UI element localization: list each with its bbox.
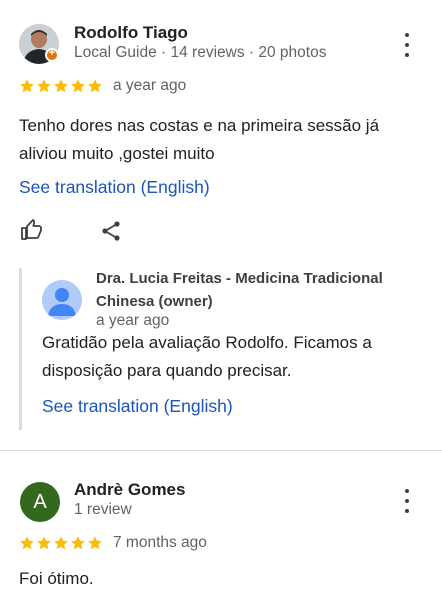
star-icon xyxy=(71,79,85,93)
see-translation-link[interactable]: See translation (English) xyxy=(19,177,210,198)
star-icon xyxy=(54,536,68,550)
reviewer-name[interactable]: Andrè Gomes xyxy=(74,480,185,500)
share-icon[interactable] xyxy=(99,219,123,243)
reviewer-name[interactable]: Rodolfo Tiago xyxy=(74,23,188,43)
star-icon xyxy=(88,79,102,93)
more-vert-icon[interactable] xyxy=(402,33,412,57)
reviewer-meta[interactable]: 1 review xyxy=(74,501,132,519)
star-icon xyxy=(37,536,51,550)
reviewer-avatar[interactable]: A xyxy=(20,482,60,522)
star-icon xyxy=(20,536,34,550)
owner-name: Dra. Lucia Freitas - Medicina Tradiciona… xyxy=(96,270,383,310)
review-time: a year ago xyxy=(113,77,187,94)
review-text: Tenho dores nas costas e na primeira ses… xyxy=(19,116,380,163)
star-icon xyxy=(54,79,68,93)
star-icon xyxy=(37,79,51,93)
review-text: Foi ótimo. xyxy=(19,569,94,588)
thumb-up-icon[interactable] xyxy=(20,218,44,242)
divider xyxy=(0,450,442,451)
star-icon xyxy=(20,79,34,93)
see-translation-link[interactable]: See translation (English) xyxy=(42,396,233,417)
owner-reply-text: Gratidão pela avaliação Rodolfo. Ficamos… xyxy=(42,333,372,380)
more-vert-icon[interactable] xyxy=(402,489,412,513)
owner-avatar xyxy=(42,280,82,320)
owner-reply-time: a year ago xyxy=(96,312,170,329)
star-icon xyxy=(71,536,85,550)
person-icon xyxy=(48,288,76,316)
star-icon xyxy=(88,536,102,550)
reviewer-meta[interactable]: Local Guide · 14 reviews · 20 photos xyxy=(74,44,326,62)
star-rating xyxy=(19,78,103,94)
review-time: 7 months ago xyxy=(113,534,207,551)
star-rating xyxy=(19,535,103,551)
local-guide-badge-icon xyxy=(45,47,59,62)
